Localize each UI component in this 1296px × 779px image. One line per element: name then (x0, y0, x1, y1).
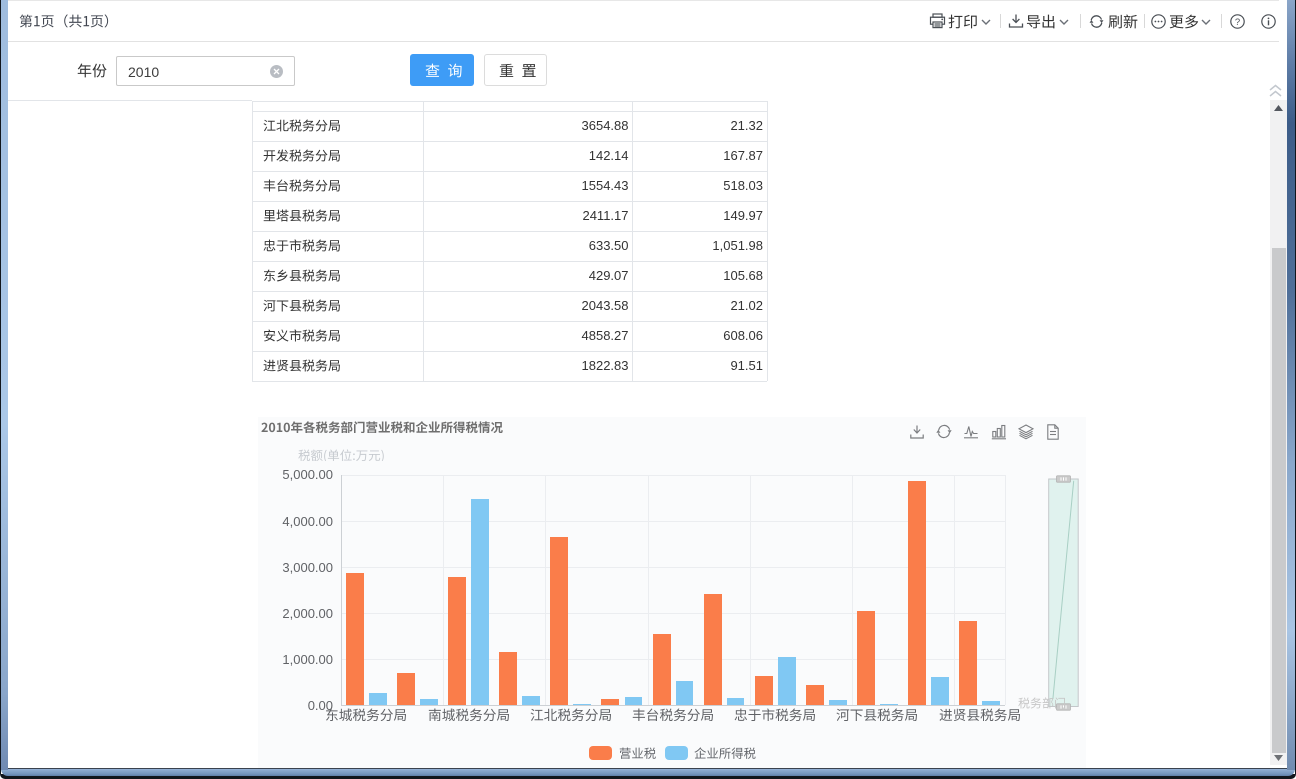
svg-text:?: ? (1235, 16, 1240, 27)
